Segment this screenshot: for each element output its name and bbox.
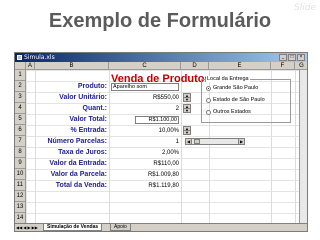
spreadsheet-window: Simula.xls _ □ × A B C D E F G 1 2 3 4 5…	[14, 52, 308, 232]
label-valor-unitario: Valor Unitário:	[59, 94, 107, 101]
quant-spinner[interactable]: ▲ ▼	[183, 104, 191, 113]
label-entrada: % Entrada:	[70, 127, 107, 134]
row-header-9[interactable]: 9	[15, 158, 26, 169]
grid-line	[295, 70, 296, 225]
tab-simulacao-de-vendas[interactable]: Simulação de Vendas	[43, 224, 103, 231]
scroll-thumb[interactable]	[194, 139, 200, 144]
col-header-d[interactable]: D	[181, 62, 209, 70]
window-titlebar: Simula.xls _ □ ×	[15, 53, 307, 62]
col-header-c[interactable]: C	[109, 62, 181, 70]
value-quant: 2	[175, 106, 179, 112]
radio-label: Grande São Paulo	[213, 85, 259, 91]
excel-icon	[17, 55, 22, 60]
value-entrada: 10,00%	[158, 128, 179, 134]
row-header-13[interactable]: 13	[15, 202, 26, 213]
spin-down-icon[interactable]: ▼	[184, 109, 190, 113]
value-total-venda: R$1.119,80	[148, 183, 179, 189]
tab-apoio[interactable]: Apoio	[110, 224, 131, 231]
row-header-5[interactable]: 5	[15, 114, 26, 125]
radio-checked-icon[interactable]	[206, 85, 211, 91]
radio-icon[interactable]	[206, 109, 211, 115]
vertical-scrollbar[interactable]	[299, 70, 307, 225]
entrada-spinner[interactable]: ▲ ▼	[183, 126, 191, 135]
row-header-8[interactable]: 8	[15, 147, 26, 158]
window-title: Simula.xls	[24, 54, 55, 61]
sheet-tab-bar: ◀◀ ◀ ▶ ▶▶ Simulação de Vendas Apoio	[15, 223, 307, 231]
value-valor-entrada: R$110,00	[153, 161, 179, 167]
scroll-left-icon[interactable]: ◀	[186, 139, 192, 144]
radio-estado-sao-paulo[interactable]: Estado de São Paulo	[206, 97, 265, 103]
col-header-a[interactable]: A	[26, 62, 35, 70]
value-taxa-juros: 2,00%	[161, 150, 179, 156]
grid-line	[109, 70, 110, 225]
delivery-group-title: Local da Entrega	[206, 76, 250, 82]
row-header-7[interactable]: 7	[15, 136, 26, 147]
radio-icon[interactable]	[206, 97, 211, 103]
row-header-2[interactable]: 2	[15, 81, 26, 92]
row-header-12[interactable]: 12	[15, 191, 26, 202]
value-valor-unitario: R$550,00	[152, 95, 179, 101]
delivery-groupbox: Local da Entrega Grande São Paulo Estado…	[201, 76, 291, 123]
minimize-button[interactable]: _	[279, 54, 287, 61]
radio-outros-estados[interactable]: Outros Estados	[206, 109, 251, 115]
radio-grande-sao-paulo[interactable]: Grande São Paulo	[206, 85, 258, 91]
radio-label: Outros Estados	[213, 109, 251, 115]
value-valor-total: R$1.100,00	[135, 116, 179, 124]
row-header-11[interactable]: 11	[15, 180, 26, 191]
label-total-venda: Total da Venda:	[55, 182, 107, 189]
col-header-g[interactable]: G	[295, 62, 307, 70]
col-header-e[interactable]: E	[209, 62, 271, 70]
grid-line	[181, 70, 182, 225]
value-numero-parcelas: 1	[175, 139, 179, 145]
col-header-b[interactable]: B	[35, 62, 109, 70]
row-header-4[interactable]: 4	[15, 103, 26, 114]
row-header-1[interactable]: 1	[15, 70, 26, 81]
col-header-f[interactable]: F	[271, 62, 295, 70]
slide-title: Exemplo de Formulário	[48, 10, 272, 32]
scroll-right-icon[interactable]: ▶	[238, 139, 244, 144]
spin-down-icon[interactable]: ▼	[184, 98, 190, 102]
window-controls: _ □ ×	[279, 54, 305, 61]
row-header-6[interactable]: 6	[15, 125, 26, 136]
label-taxa-juros: Taxa de Juros:	[58, 149, 107, 156]
row-header-3[interactable]: 3	[15, 92, 26, 103]
corner-select-all[interactable]	[15, 62, 26, 70]
watermark: Slide	[294, 3, 316, 13]
label-numero-parcelas: Número Parcelas:	[47, 138, 107, 145]
tab-nav-arrows-icon[interactable]: ◀◀ ◀ ▶ ▶▶	[16, 225, 38, 230]
radio-label: Estado de São Paulo	[213, 97, 265, 103]
maximize-button[interactable]: □	[288, 54, 296, 61]
produto-dropdown[interactable]: Aparelho som	[111, 83, 179, 91]
row-header-10[interactable]: 10	[15, 169, 26, 180]
label-valor-parcela: Valor da Parcela:	[50, 171, 107, 178]
label-produto: Produto:	[77, 83, 107, 90]
parcelas-scrollbar[interactable]: ◀ ▶	[185, 138, 245, 145]
label-valor-total: Valor Total:	[69, 116, 107, 123]
spin-down-icon[interactable]: ▼	[184, 131, 190, 135]
close-button[interactable]: ×	[297, 54, 305, 61]
valor-unitario-spinner[interactable]: ▲ ▼	[183, 93, 191, 102]
label-quant: Quant.:	[82, 105, 108, 112]
label-valor-entrada: Valor da Entrada:	[49, 160, 107, 167]
value-valor-parcela: R$1.009,80	[147, 172, 179, 178]
